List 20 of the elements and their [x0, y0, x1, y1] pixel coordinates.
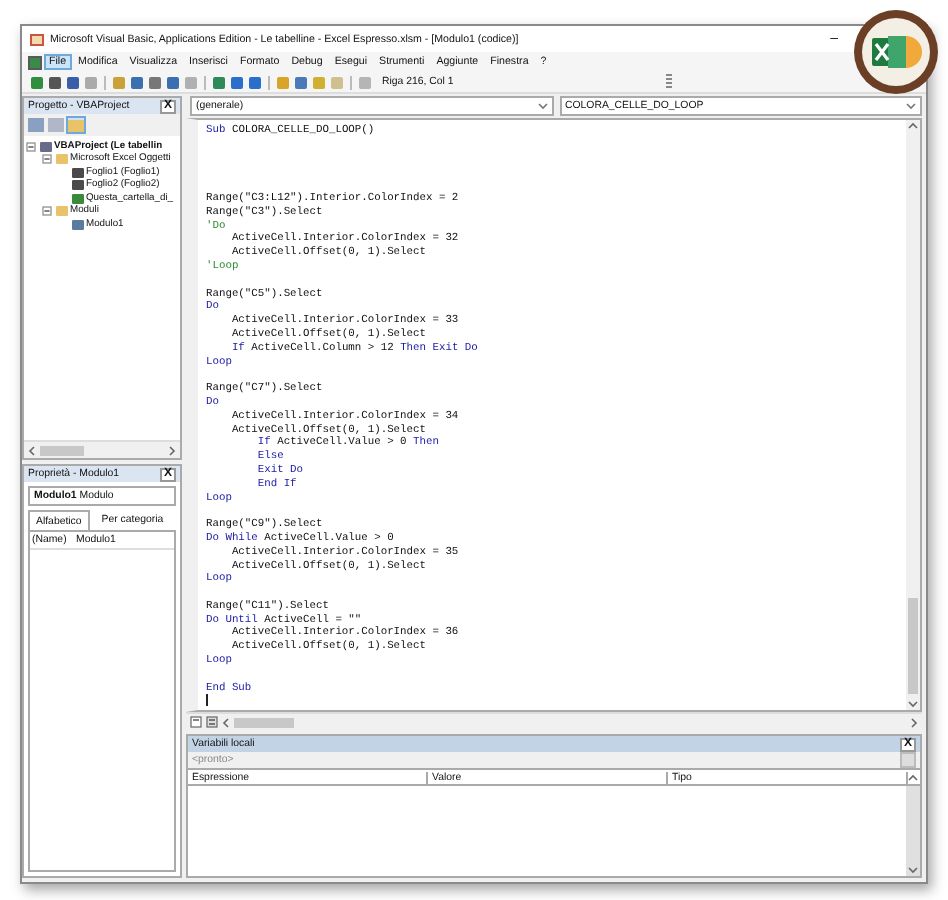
scroll-up-icon[interactable] — [908, 773, 918, 781]
app-icon — [30, 32, 44, 46]
procedure-view-icon[interactable] — [190, 716, 202, 728]
collapse-toggle[interactable] — [42, 154, 52, 165]
folder-icon — [55, 154, 67, 165]
scroll-right-icon[interactable] — [168, 445, 176, 455]
folder-icon — [55, 206, 67, 217]
scroll-thumb[interactable] — [234, 717, 294, 727]
scroll-left-icon[interactable] — [28, 445, 36, 455]
scroll-up-icon[interactable] — [908, 122, 918, 130]
scroll-down-icon[interactable] — [908, 700, 918, 708]
scroll-thumb[interactable] — [908, 598, 918, 694]
text-cursor — [206, 694, 208, 707]
scroll-thumb[interactable] — [40, 445, 84, 455]
scroll-down-icon[interactable] — [908, 866, 918, 874]
module-view-icon[interactable] — [206, 716, 218, 728]
collapse-toggle[interactable] — [42, 206, 52, 217]
scroll-right-icon[interactable] — [910, 717, 918, 727]
collapse-toggle[interactable] — [26, 141, 36, 152]
scroll-left-icon[interactable] — [222, 717, 230, 727]
